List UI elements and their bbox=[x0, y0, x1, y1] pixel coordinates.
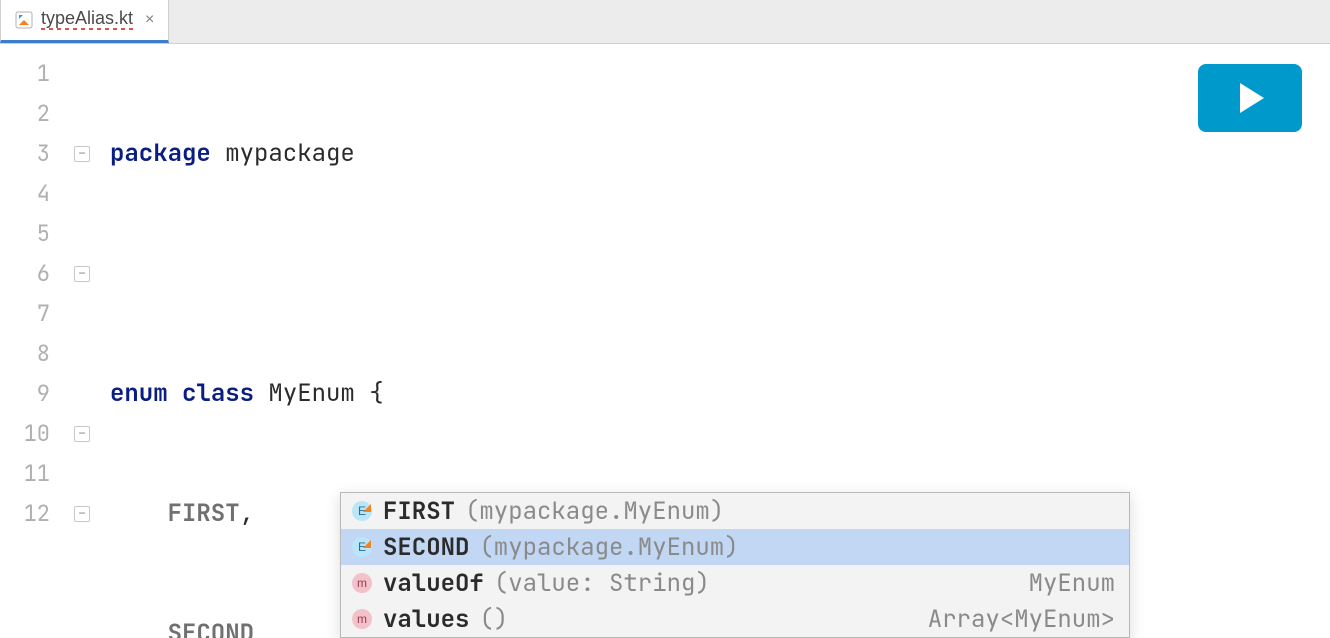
line-number: 9 bbox=[0, 374, 68, 414]
fold-toggle-icon[interactable]: − bbox=[74, 506, 90, 522]
fold-toggle-icon[interactable]: − bbox=[74, 266, 90, 282]
svg-text:m: m bbox=[357, 576, 367, 590]
completion-item[interactable]: E FIRST (mypackage.MyEnum) bbox=[341, 493, 1129, 529]
line-number: 5 bbox=[0, 214, 68, 254]
close-tab-icon[interactable]: × bbox=[145, 11, 154, 29]
method-icon: m bbox=[351, 572, 373, 594]
code-line: package mypackage bbox=[100, 134, 1330, 174]
svg-text:m: m bbox=[357, 612, 367, 626]
line-number: 12 bbox=[0, 494, 68, 534]
kotlin-file-icon bbox=[15, 11, 33, 29]
line-number: 11 bbox=[0, 454, 68, 494]
completion-item[interactable]: m values() Array<MyEnum> bbox=[341, 601, 1129, 637]
line-number: 10 bbox=[0, 414, 68, 454]
code-line: enum class MyEnum { bbox=[100, 374, 1330, 414]
line-number: 2 bbox=[0, 94, 68, 134]
line-number-gutter: 1 2 3 4 5 6 7 8 9 10 11 12 bbox=[0, 44, 68, 638]
file-tab[interactable]: typeAlias.kt × bbox=[0, 0, 169, 43]
completion-item[interactable]: m valueOf(value: String) MyEnum bbox=[341, 565, 1129, 601]
line-number: 7 bbox=[0, 294, 68, 334]
line-number: 3 bbox=[0, 134, 68, 174]
file-tab-label: typeAlias.kt bbox=[41, 8, 133, 32]
enum-const-icon: E bbox=[351, 536, 373, 558]
completion-popup: E FIRST (mypackage.MyEnum) E SECOND (myp… bbox=[340, 492, 1130, 638]
fold-toggle-icon[interactable]: − bbox=[74, 146, 90, 162]
line-number: 8 bbox=[0, 334, 68, 374]
fold-toggle-icon[interactable]: − bbox=[74, 426, 90, 442]
line-number: 4 bbox=[0, 174, 68, 214]
method-icon: m bbox=[351, 608, 373, 630]
line-number: 6 bbox=[0, 254, 68, 294]
tab-bar: typeAlias.kt × bbox=[0, 0, 1330, 44]
line-number: 1 bbox=[0, 54, 68, 94]
completion-item-selected[interactable]: E SECOND (mypackage.MyEnum) bbox=[341, 529, 1129, 565]
enum-const-icon: E bbox=[351, 500, 373, 522]
run-button[interactable] bbox=[1198, 64, 1302, 132]
code-line bbox=[100, 254, 1330, 294]
play-icon bbox=[1230, 78, 1270, 118]
fold-gutter: − − − − bbox=[68, 44, 100, 638]
